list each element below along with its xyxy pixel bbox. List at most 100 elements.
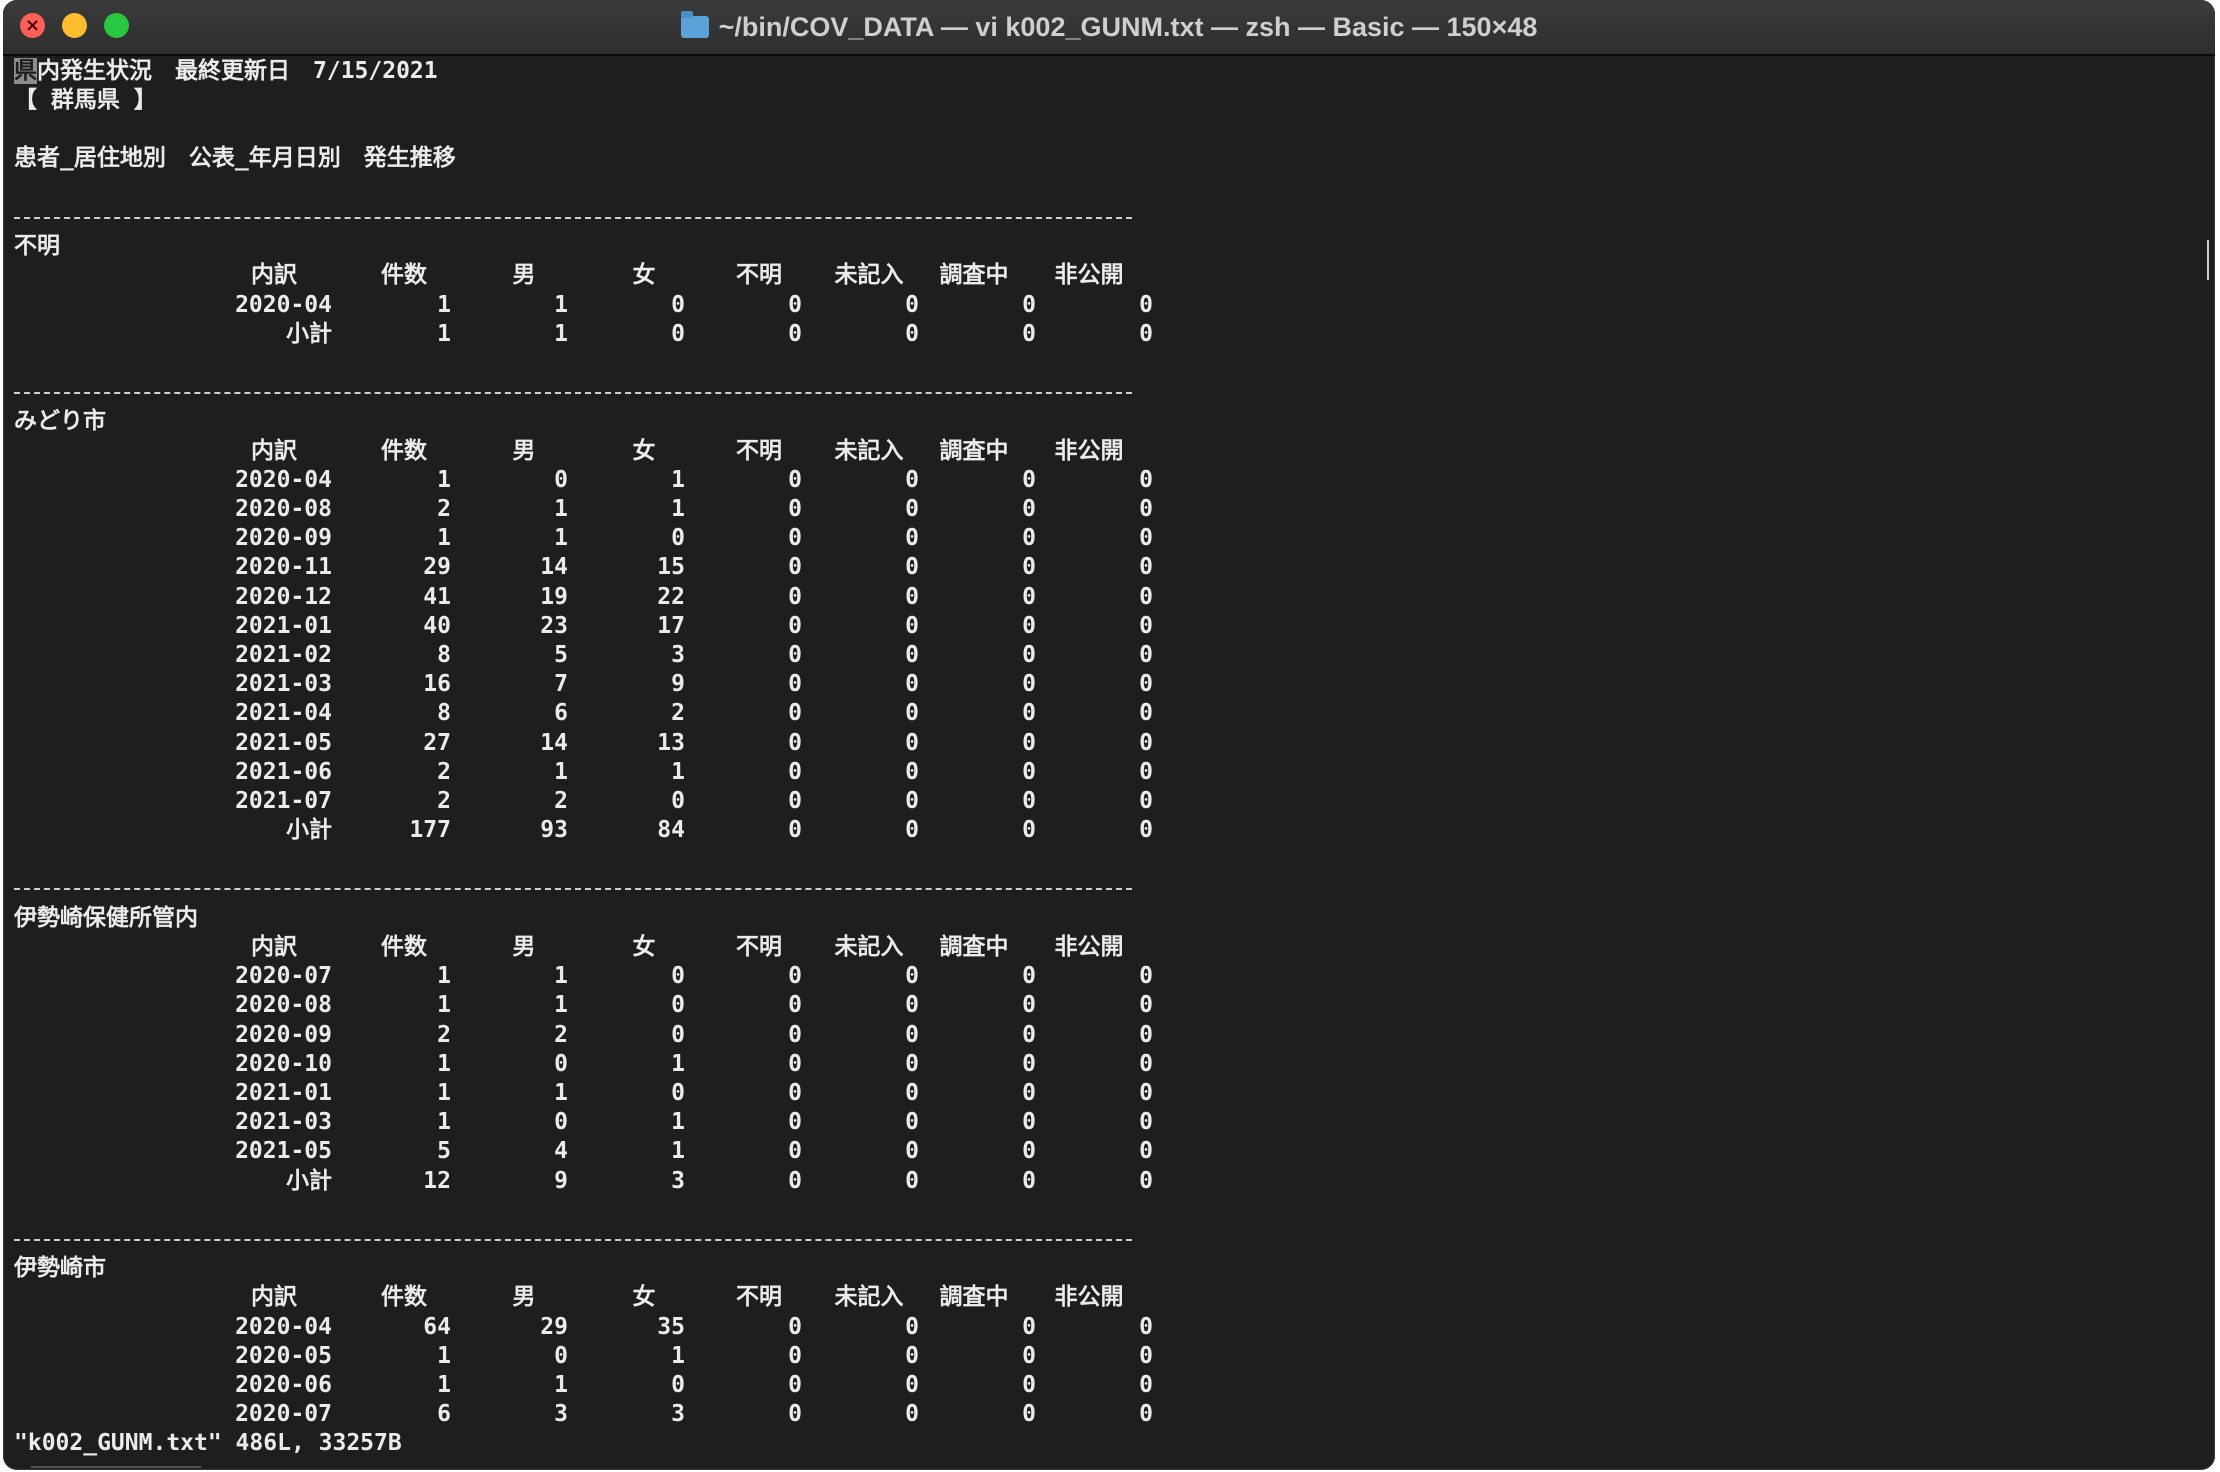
- cell-value: 0: [1139, 1109, 1153, 1135]
- cell-value: 0: [788, 613, 802, 639]
- cell-value: 22: [657, 584, 685, 610]
- table-header: 内訳 件数 男 女 不明 未記入 調査中 非公開: [14, 933, 1154, 962]
- cell-value: 8: [437, 642, 451, 668]
- cell-value: 1: [437, 1051, 451, 1077]
- row-label: 2020-06: [235, 1372, 332, 1398]
- subtotal-row: 小計 177 93 84 0 0 0 0: [14, 816, 1154, 845]
- cell-value: 0: [1139, 1343, 1153, 1369]
- cell-value: 0: [1022, 730, 1036, 756]
- cell-value: 0: [1139, 1168, 1153, 1194]
- column-header: 未記入: [834, 262, 904, 288]
- table-row: 2021-05 5 4 1 0 0 0 0: [14, 1137, 1154, 1166]
- cell-value: 2: [554, 1022, 568, 1048]
- cell-value: 14: [540, 730, 568, 756]
- row-label: 小計: [286, 817, 332, 843]
- cell-value: 2: [437, 788, 451, 814]
- prefecture-label: 【 群馬県 】: [14, 87, 157, 113]
- cell-value: 2: [437, 1022, 451, 1048]
- cell-value: 0: [1139, 1080, 1153, 1106]
- cell-value: 12: [423, 1168, 451, 1194]
- title-bar[interactable]: × ~/bin/COV_DATA — vi k002_GUNM.txt — zs…: [3, 0, 2215, 56]
- cell-value: 2: [671, 700, 685, 726]
- column-header: 内訳: [251, 1284, 297, 1310]
- cell-value: 3: [554, 1401, 568, 1427]
- table-header: 内訳 件数 男 女 不明 未記入 調査中 非公開: [14, 261, 1154, 290]
- cell-value: 0: [1139, 788, 1153, 814]
- cell-value: 29: [423, 554, 451, 580]
- row-label: 2020-05: [235, 1343, 332, 1369]
- cell-value: 0: [1139, 496, 1153, 522]
- cell-value: 8: [437, 700, 451, 726]
- cell-value: 1: [554, 525, 568, 551]
- cell-value: 177: [409, 817, 451, 843]
- cell-value: 1: [437, 467, 451, 493]
- cell-value: 0: [671, 525, 685, 551]
- table-row: 2020-07 1 1 0 0 0 0 0: [14, 962, 1154, 991]
- column-header: 件数: [381, 934, 427, 960]
- row-label: 2020-08: [235, 496, 332, 522]
- cell-value: 0: [788, 1138, 802, 1164]
- cell-value: 0: [1139, 525, 1153, 551]
- cell-value: 1: [437, 525, 451, 551]
- table-row: 2021-01 40 23 17 0 0 0 0: [14, 612, 1154, 641]
- row-label: 2021-01: [235, 613, 332, 639]
- cell-value: 1: [671, 1343, 685, 1369]
- scrollbar-marker[interactable]: [2207, 240, 2215, 280]
- cell-value: 19: [540, 584, 568, 610]
- cell-value: 0: [1022, 817, 1036, 843]
- cell-value: 0: [1139, 817, 1153, 843]
- column-header: 内訳: [251, 438, 297, 464]
- column-header: 非公開: [1054, 438, 1124, 464]
- cell-value: 1: [671, 496, 685, 522]
- cell-value: 0: [905, 1372, 919, 1398]
- column-header: 不明: [736, 1284, 782, 1310]
- section-name: 伊勢崎市: [14, 1255, 106, 1281]
- cell-value: 0: [554, 467, 568, 493]
- cell-value: 0: [1139, 759, 1153, 785]
- cell-value: 2: [554, 788, 568, 814]
- cell-value: 2: [437, 759, 451, 785]
- cell-value: 0: [1139, 321, 1153, 347]
- cell-value: 1: [437, 1080, 451, 1106]
- cell-value: 5: [554, 642, 568, 668]
- cell-value: 0: [1022, 1343, 1036, 1369]
- cell-value: 0: [905, 1138, 919, 1164]
- row-label: 2021-03: [235, 671, 332, 697]
- cell-value: 0: [905, 1168, 919, 1194]
- row-label: 2021-05: [235, 1138, 332, 1164]
- cell-value: 0: [1139, 292, 1153, 318]
- cell-value: 1: [671, 467, 685, 493]
- cell-value: 0: [554, 1051, 568, 1077]
- cell-value: 0: [905, 759, 919, 785]
- table-row: 2021-03 1 0 1 0 0 0 0: [14, 1108, 1154, 1137]
- cell-value: 0: [1022, 321, 1036, 347]
- cell-value: 1: [437, 992, 451, 1018]
- row-label: 2020-11: [235, 554, 332, 580]
- table-row: 2020-06 1 1 0 0 0 0 0: [14, 1371, 1154, 1400]
- cell-value: 0: [1139, 730, 1153, 756]
- cell-value: 0: [788, 730, 802, 756]
- cell-value: 0: [788, 817, 802, 843]
- cell-value: 0: [788, 1109, 802, 1135]
- row-label: 2020-08: [235, 992, 332, 1018]
- section-name: 不明: [14, 233, 60, 259]
- cell-value: 0: [1022, 613, 1036, 639]
- cell-value: 0: [1022, 1051, 1036, 1077]
- table-row: 2020-09 2 2 0 0 0 0 0: [14, 1021, 1154, 1050]
- column-header: 非公開: [1054, 934, 1124, 960]
- column-header: 未記入: [834, 1284, 904, 1310]
- cell-value: 1: [554, 759, 568, 785]
- cell-value: 0: [1022, 525, 1036, 551]
- cell-value: 0: [1022, 1022, 1036, 1048]
- column-header: 内訳: [251, 262, 297, 288]
- cell-value: 0: [905, 963, 919, 989]
- cell-value: 0: [1022, 759, 1036, 785]
- section-name: みどり市: [14, 408, 106, 434]
- column-header: 調査中: [939, 1284, 1009, 1310]
- section-name: 伊勢崎保健所管内: [14, 905, 198, 931]
- cell-value: 0: [1022, 584, 1036, 610]
- terminal-content[interactable]: 県内発生状況 最終更新日 7/15/2021 【 群馬県 】 患者_居住地別 公…: [14, 57, 2215, 1470]
- cell-value: 0: [905, 321, 919, 347]
- row-label: 2021-01: [235, 1080, 332, 1106]
- cell-value: 0: [554, 1109, 568, 1135]
